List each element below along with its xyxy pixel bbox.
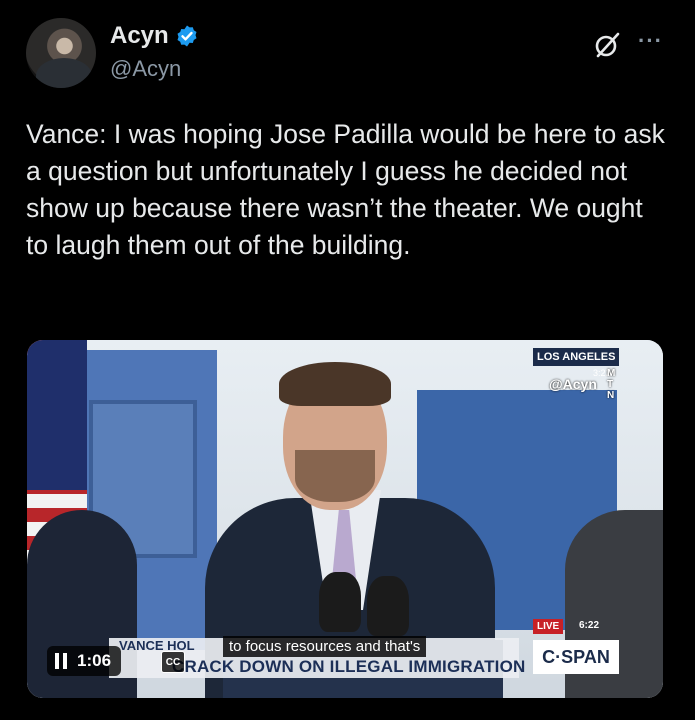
video-player[interactable]: LOS ANGELES 3:22 @Acyn M T N VANCE HOL C… — [27, 340, 663, 698]
watermark-mtn: M T N — [607, 368, 616, 401]
speaker-hair — [279, 362, 391, 406]
closed-caption: to focus resources and that's — [223, 636, 427, 657]
author-handle[interactable]: @Acyn — [110, 56, 181, 82]
playback-controls[interactable]: 1:06 — [47, 646, 122, 676]
grok-icon[interactable] — [592, 30, 622, 60]
elapsed-time: 1:06 — [77, 651, 112, 670]
verified-badge-icon — [177, 25, 197, 47]
closed-captions-button[interactable]: CC — [161, 651, 185, 673]
speaker-beard — [295, 450, 375, 502]
microphone — [319, 572, 361, 632]
author-name-row[interactable]: Acyn — [110, 22, 199, 50]
avatar[interactable] — [26, 18, 96, 88]
microphone — [367, 576, 409, 636]
more-options-button[interactable]: ··· — [638, 28, 663, 54]
tweet-header: Acyn @Acyn ··· — [26, 18, 671, 90]
live-time: 6:22 — [579, 620, 600, 631]
tweet-text: Vance: I was hoping Jose Padilla would b… — [26, 119, 665, 260]
pause-icon[interactable] — [55, 653, 69, 669]
live-badge: LIVE — [533, 619, 564, 634]
watermark-handle: @Acyn — [549, 376, 597, 392]
lower-third-subhead: CRACK DOWN ON ILLEGAL IMMIGRATION — [172, 657, 526, 676]
location-badge: LOS ANGELES — [533, 348, 620, 366]
author-name[interactable]: Acyn — [110, 22, 169, 50]
network-logo: C·SPAN — [533, 640, 619, 674]
